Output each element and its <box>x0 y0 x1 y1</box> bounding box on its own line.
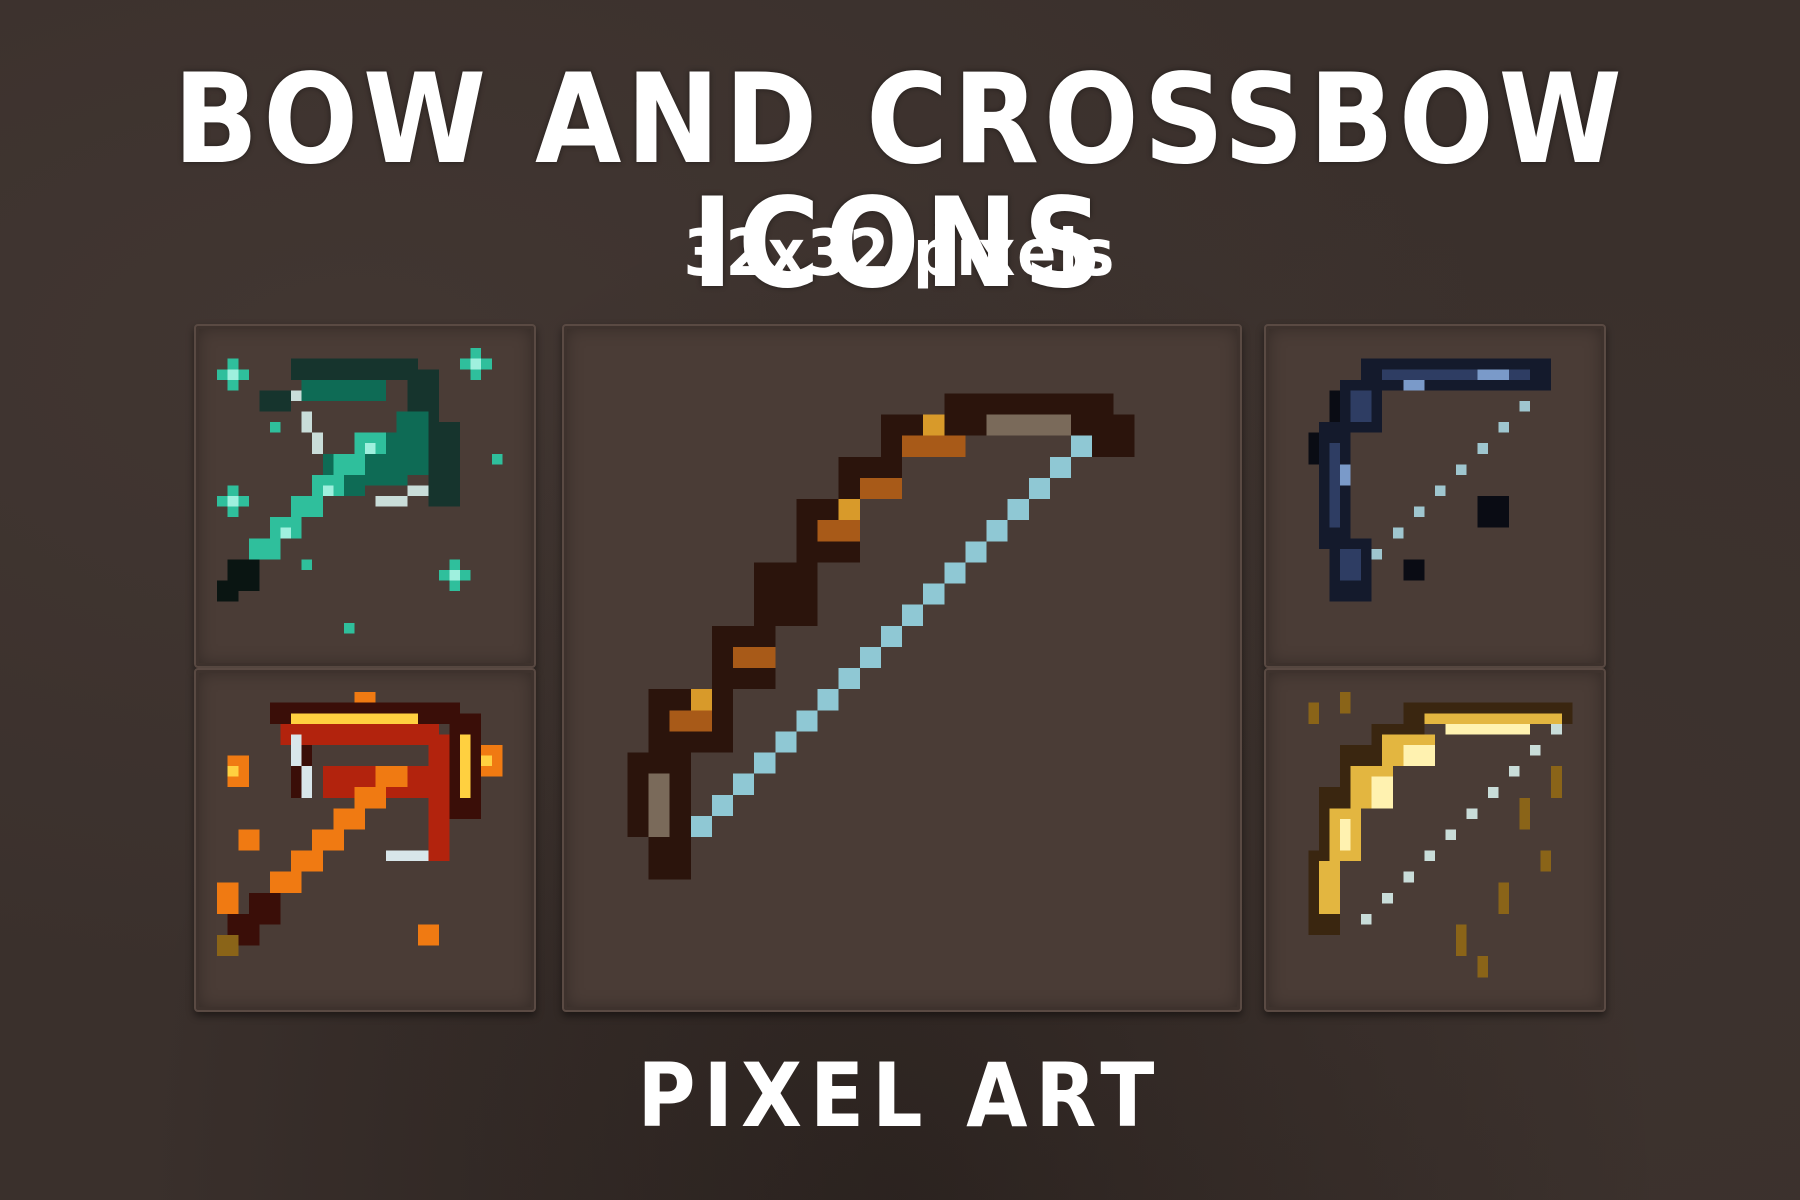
asset-preview-page: { "title": "BOW AND CROSSBOW ICONS", "su… <box>0 0 1800 1200</box>
wooden-bow-panel[interactable] <box>562 324 1242 1012</box>
fire-crossbow-panel[interactable] <box>194 668 536 1012</box>
footer-label: PIXEL ART <box>637 1044 1163 1147</box>
shadow-bow-icon <box>1308 358 1552 602</box>
page-subtitle: 32x32 pixels <box>683 217 1117 291</box>
golden-bow-panel[interactable] <box>1264 668 1606 1012</box>
emerald-crossbow-icon <box>217 348 503 634</box>
wooden-bow-icon <box>627 393 1135 880</box>
fire-crossbow-icon <box>217 692 503 957</box>
golden-bow-icon <box>1308 692 1573 978</box>
shadow-bow-panel[interactable] <box>1264 324 1606 668</box>
emerald-crossbow-panel[interactable] <box>194 324 536 668</box>
